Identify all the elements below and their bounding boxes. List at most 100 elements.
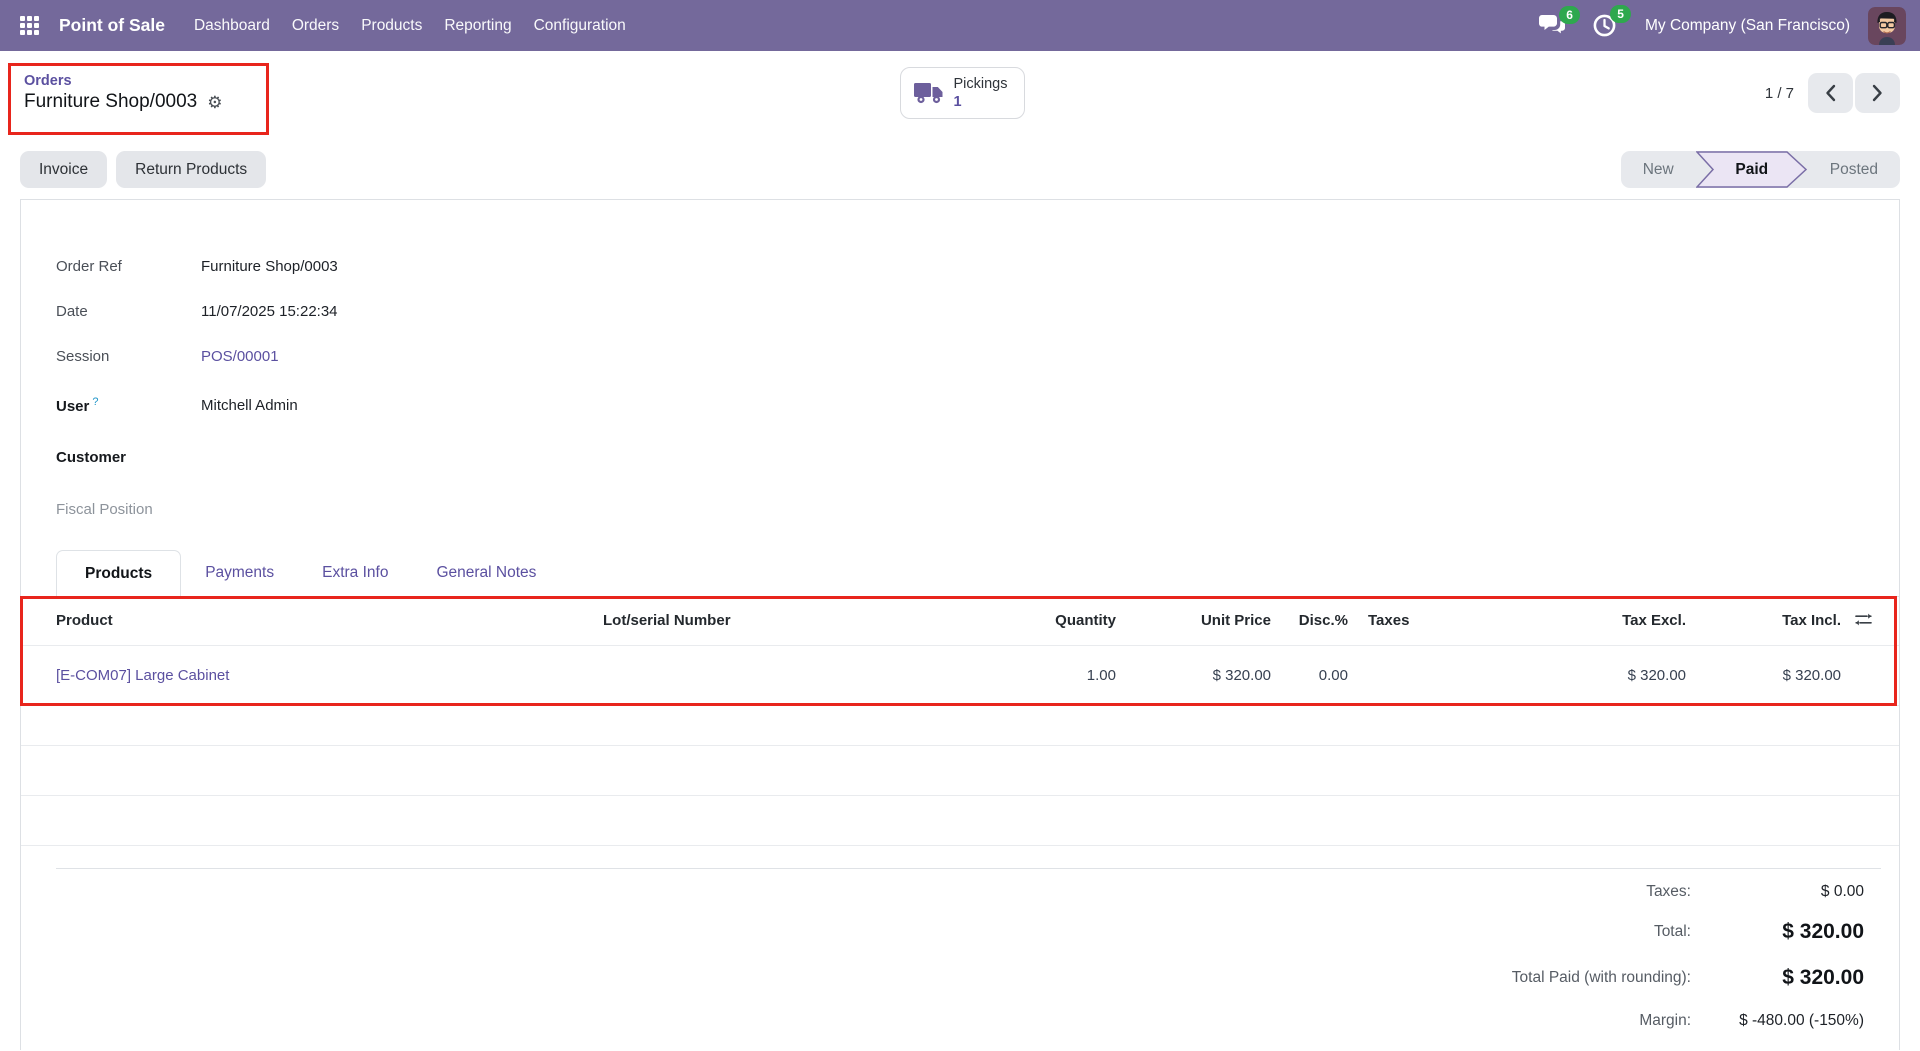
col-quantity[interactable]: Quantity (941, 597, 1126, 646)
control-panel: Orders Furniture Shop/0003 ⚙ Pickings 1 … (0, 51, 1920, 135)
col-tax-excl[interactable]: Tax Excl. (1521, 597, 1696, 646)
cell-discount[interactable]: 0.00 (1281, 645, 1356, 706)
user-avatar[interactable] (1868, 6, 1906, 45)
pickings-count: 1 (953, 94, 962, 110)
tab-products[interactable]: Products (56, 550, 182, 597)
totals-margin-row: Margin: $ -480.00 (-150%) (21, 1001, 1899, 1041)
user-label: User? (56, 396, 201, 415)
user-value[interactable]: Mitchell Admin (201, 397, 298, 414)
status-paid-label: Paid (1735, 161, 1769, 178)
invoice-button[interactable]: Invoice (20, 151, 108, 188)
pager-value: 1 / 7 (1764, 84, 1794, 102)
cell-options (1851, 645, 1899, 706)
pickings-text: Pickings 1 (954, 75, 1008, 111)
return-products-button[interactable]: Return Products (116, 151, 267, 188)
col-options (1851, 597, 1899, 646)
col-discount[interactable]: Disc.% (1281, 597, 1356, 646)
col-tax-incl[interactable]: Tax Incl. (1696, 597, 1851, 646)
company-switcher[interactable]: My Company (San Francisco) (1645, 17, 1850, 35)
empty-line-row (21, 746, 1899, 796)
status-step-new[interactable]: New (1621, 151, 1696, 188)
field-customer: Customer (21, 431, 1899, 483)
tab-general-notes[interactable]: General Notes (412, 550, 560, 596)
pager-buttons (1808, 73, 1900, 113)
totals-taxes-row: Taxes: $ 0.00 (21, 875, 1899, 909)
totals-total-row: Total: $ 320.00 (21, 909, 1899, 955)
pager-next-button[interactable] (1855, 73, 1900, 113)
app-name[interactable]: Point of Sale (59, 15, 165, 36)
optional-columns-button[interactable] (1851, 609, 1876, 633)
truck-icon (913, 82, 942, 103)
user-label-text: User (56, 397, 90, 415)
menu-configuration[interactable]: Configuration (523, 11, 637, 41)
date-value[interactable]: 11/07/2025 15:22:34 (201, 303, 338, 320)
gear-icon[interactable]: ⚙ (207, 94, 222, 111)
session-label: Session (56, 348, 110, 365)
cell-lot-serial[interactable] (591, 645, 941, 706)
status-step-posted[interactable]: Posted (1808, 151, 1900, 188)
product-link[interactable]: [E-COM07] Large Cabinet (56, 667, 229, 684)
margin-label: Margin: (1639, 1011, 1691, 1029)
apps-grid-icon (20, 16, 39, 35)
breadcrumb: Orders Furniture Shop/0003 ⚙ (20, 73, 900, 113)
field-user: User? Mitchell Admin (21, 379, 1899, 431)
avatar-image (1868, 6, 1906, 45)
help-icon[interactable]: ? (92, 396, 98, 408)
sliders-icon (1855, 613, 1872, 626)
totals-paid-row: Total Paid (with rounding): $ 320.00 (21, 955, 1899, 1001)
notebook-tabs: Products Payments Extra Info General Not… (21, 543, 1899, 597)
action-buttons: Invoice Return Products (20, 151, 267, 188)
cell-tax-excl[interactable]: $ 320.00 (1521, 645, 1696, 706)
activities-badge: 5 (1610, 4, 1631, 23)
empty-line-row (21, 706, 1899, 746)
date-label: Date (56, 303, 88, 320)
breadcrumb-current: Furniture Shop/0003 ⚙ (24, 91, 900, 113)
messages-button[interactable]: 6 (1537, 5, 1580, 44)
col-lot-serial[interactable]: Lot/serial Number (591, 597, 941, 646)
total-value: $ 320.00 (1782, 919, 1864, 943)
order-ref-label: Order Ref (56, 258, 122, 275)
messages-badge: 6 (1559, 5, 1580, 24)
total-paid-label: Total Paid (with rounding): (1511, 968, 1691, 986)
menu-orders[interactable]: Orders (281, 11, 350, 41)
chevron-right-icon (1872, 84, 1882, 102)
totals-table: Taxes: $ 0.00 Total: $ 320.00 Total Paid… (21, 875, 1899, 1041)
fiscal-position-label: Fiscal Position (56, 500, 153, 518)
menu-dashboard[interactable]: Dashboard (183, 11, 281, 41)
cell-tax-incl[interactable]: $ 320.00 (1696, 645, 1851, 706)
col-taxes[interactable]: Taxes (1356, 597, 1521, 646)
col-unit-price[interactable]: Unit Price (1126, 597, 1281, 646)
status-step-paid[interactable]: Paid (1695, 151, 1808, 188)
tab-extra-info[interactable]: Extra Info (298, 550, 412, 596)
pickings-button[interactable]: Pickings 1 (899, 66, 1025, 120)
total-label: Total: (1653, 922, 1691, 940)
customer-label: Customer (56, 448, 127, 466)
order-lines-table: Product Lot/serial Number Quantity Unit … (21, 597, 1899, 706)
totals-divider (56, 867, 1881, 869)
cell-quantity[interactable]: 1.00 (941, 645, 1126, 706)
field-session: Session POS/00001 (21, 334, 1899, 379)
cell-product[interactable]: [E-COM07] Large Cabinet (21, 645, 591, 706)
margin-value: $ -480.00 (-150%) (1739, 1011, 1864, 1029)
actions-row: Invoice Return Products New Paid Posted (0, 135, 1920, 199)
tab-payments[interactable]: Payments (181, 550, 298, 596)
statusbar: New Paid Posted (1620, 151, 1900, 188)
activities-button[interactable]: 5 (1590, 4, 1631, 45)
cell-unit-price[interactable]: $ 320.00 (1126, 645, 1281, 706)
form-sheet: Order Ref Furniture Shop/0003 Date 11/07… (20, 199, 1900, 1050)
pager-previous-button[interactable] (1808, 73, 1853, 113)
cell-taxes[interactable] (1356, 645, 1521, 706)
order-ref-value[interactable]: Furniture Shop/0003 (201, 258, 338, 275)
form-fields: Order Ref Furniture Shop/0003 Date 11/07… (21, 200, 1899, 535)
session-value-link[interactable]: POS/00001 (201, 348, 279, 365)
menu-products[interactable]: Products (350, 11, 433, 41)
taxes-total-value: $ 0.00 (1820, 882, 1864, 900)
table-header-row: Product Lot/serial Number Quantity Unit … (21, 597, 1899, 646)
breadcrumb-parent-link[interactable]: Orders (24, 73, 900, 89)
apps-menu-button[interactable] (12, 8, 47, 43)
col-product[interactable]: Product (21, 597, 591, 646)
order-line-row[interactable]: [E-COM07] Large Cabinet 1.00 $ 320.00 0.… (21, 645, 1899, 706)
menu-reporting[interactable]: Reporting (433, 11, 522, 41)
stat-buttons-area: Pickings 1 (899, 66, 1025, 120)
top-navbar: Point of Sale Dashboard Orders Products … (0, 0, 1920, 51)
